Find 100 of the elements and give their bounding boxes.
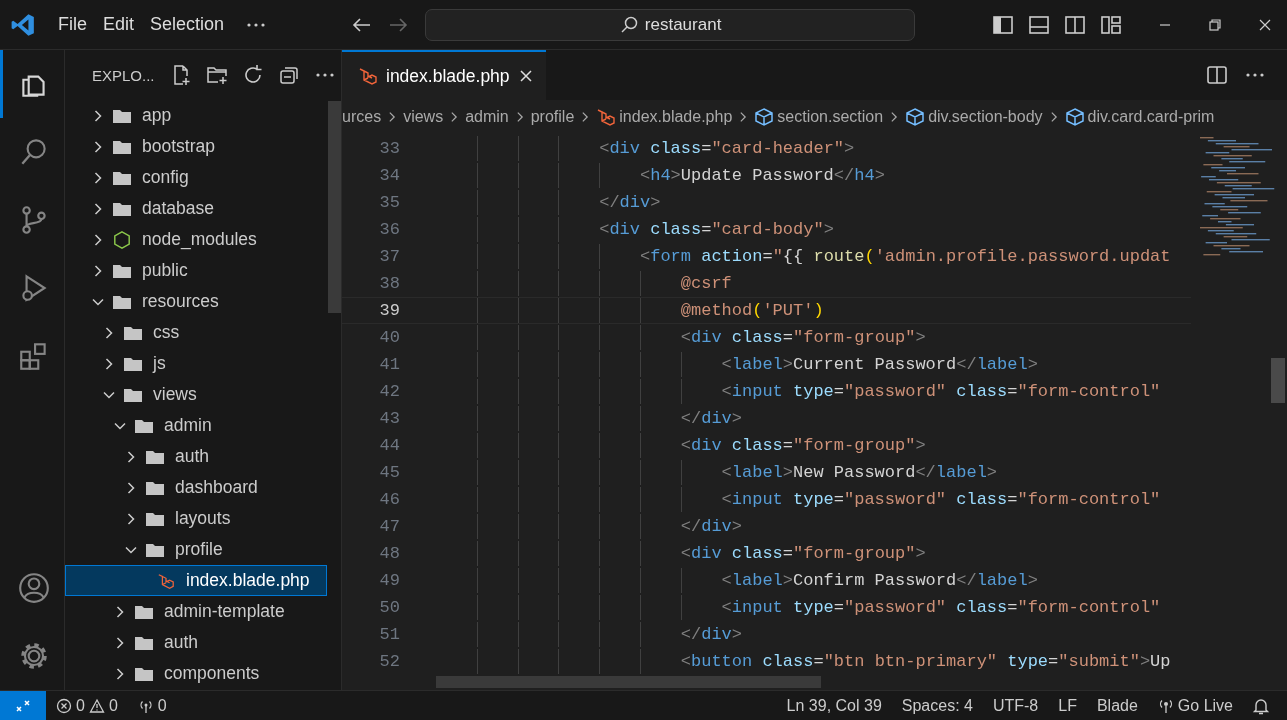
menu-item[interactable]: File bbox=[50, 14, 95, 35]
status-item[interactable]: Blade bbox=[1086, 696, 1148, 715]
laravel-icon bbox=[596, 106, 617, 127]
explorer-title: EXPLO... bbox=[92, 66, 155, 84]
breadcrumb-item[interactable]: index.blade.php bbox=[619, 107, 733, 126]
code-line: <input type="password" class="form-control" bbox=[721, 382, 1161, 401]
code-line: <input type="password" class="form-control" bbox=[721, 598, 1161, 617]
code-line: <div class="form-group"> bbox=[680, 544, 926, 563]
error-icon bbox=[56, 697, 72, 714]
hexagon-icon bbox=[112, 230, 132, 249]
code-line: @csrf bbox=[680, 274, 732, 293]
command-search-field[interactable]: restaurant bbox=[425, 8, 916, 41]
line-number: 33 bbox=[378, 139, 400, 158]
cube-icon bbox=[1064, 106, 1085, 127]
line-number: 42 bbox=[378, 382, 400, 401]
app-logo-icon bbox=[10, 11, 36, 38]
laravel-icon bbox=[156, 571, 176, 590]
file-tree-item[interactable]: layouts bbox=[65, 503, 327, 534]
laravel-icon bbox=[358, 66, 378, 86]
breadcrumb-item[interactable]: admin bbox=[465, 107, 509, 126]
editor-tab[interactable]: index.blade.php bbox=[342, 50, 546, 100]
file-tree-item[interactable]: config bbox=[65, 162, 327, 193]
cube-icon bbox=[754, 106, 775, 127]
file-tree-item[interactable]: bootstrap bbox=[65, 131, 327, 162]
line-number: 45 bbox=[378, 463, 400, 482]
code-line: <div class="card-header"> bbox=[599, 139, 855, 158]
line-number: 44 bbox=[378, 436, 400, 455]
line-number: 36 bbox=[378, 220, 400, 239]
file-tree-item[interactable]: index.blade.php bbox=[65, 565, 327, 596]
status-item[interactable]: UTF-8 bbox=[982, 696, 1049, 715]
file-tree-item[interactable]: node_modules bbox=[65, 224, 327, 255]
file-tree-item[interactable]: admin-template bbox=[65, 596, 327, 627]
file-tree-item[interactable]: admin bbox=[65, 410, 327, 441]
line-number: 40 bbox=[378, 328, 400, 347]
breadcrumb-item[interactable]: div.section-body bbox=[928, 107, 1043, 126]
file-tree-item[interactable]: auth bbox=[65, 441, 327, 472]
file-tree-item[interactable]: css bbox=[65, 317, 327, 348]
line-number: 41 bbox=[378, 355, 400, 374]
code-line: </div> bbox=[680, 625, 742, 644]
broadcast-icon bbox=[1157, 697, 1174, 714]
account-icon[interactable] bbox=[16, 571, 51, 605]
code-line: </div> bbox=[599, 193, 661, 212]
code-line: <label>Confirm Password</label> bbox=[721, 571, 1038, 590]
code-line: </div> bbox=[680, 409, 742, 428]
remote-button[interactable] bbox=[0, 690, 46, 720]
line-number: 39 bbox=[378, 301, 400, 320]
file-tree-item[interactable]: auth bbox=[65, 627, 327, 658]
horizontal-scrollbar-thumb[interactable] bbox=[436, 676, 821, 688]
file-tree-item[interactable]: components bbox=[65, 658, 327, 689]
restore-icon[interactable] bbox=[1207, 16, 1223, 33]
file-tree-item[interactable]: public bbox=[65, 255, 327, 286]
code-line: <div class="form-group"> bbox=[680, 436, 926, 455]
code-line: <form action="{{ route('admin.profile.password.updat bbox=[640, 247, 1171, 266]
status-item[interactable]: Spaces: 4 bbox=[891, 696, 983, 715]
line-number: 48 bbox=[378, 544, 400, 563]
file-tree-item[interactable]: views bbox=[65, 379, 327, 410]
status-item[interactable]: Ln 39, Col 39 bbox=[776, 696, 892, 715]
scrollbar-thumb[interactable] bbox=[1271, 358, 1285, 403]
breadcrumb-item[interactable]: profile bbox=[530, 107, 575, 126]
problems-button[interactable]: 0 0 bbox=[46, 696, 128, 715]
breadcrumb-item[interactable]: div.card.card-prim bbox=[1087, 107, 1215, 126]
line-number: 34 bbox=[378, 166, 400, 185]
code-line: <div class="form-group"> bbox=[680, 328, 926, 347]
line-number: 46 bbox=[378, 490, 400, 509]
ports-button[interactable]: 0 bbox=[127, 696, 177, 715]
split-editor-icon[interactable] bbox=[1205, 63, 1229, 87]
line-number: 35 bbox=[378, 193, 400, 212]
breadcrumb-item[interactable]: views bbox=[403, 107, 444, 126]
code-line: </div> bbox=[680, 517, 742, 536]
file-tree-item[interactable]: js bbox=[65, 348, 327, 379]
line-number: 38 bbox=[378, 274, 400, 293]
line-number: 52 bbox=[378, 652, 400, 671]
code-line: <button class="btn btn-primary" type="submit">Up bbox=[680, 652, 1171, 671]
remote-icon bbox=[15, 697, 31, 714]
line-number: 49 bbox=[378, 571, 400, 590]
status-item[interactable]: LF bbox=[1048, 696, 1087, 715]
file-tree-item[interactable]: resources bbox=[65, 286, 327, 317]
file-tree-item[interactable]: profile bbox=[65, 534, 327, 565]
scrollbar-thumb[interactable] bbox=[328, 101, 341, 313]
warning-icon bbox=[88, 697, 105, 714]
file-tree-item[interactable]: dashboard bbox=[65, 472, 327, 503]
code-line: <h4>Update Password</h4> bbox=[640, 166, 885, 185]
line-number: 51 bbox=[378, 625, 400, 644]
code-line: <div class="card-body"> bbox=[599, 220, 834, 239]
line-number: 37 bbox=[378, 247, 400, 266]
menu-item[interactable]: Edit bbox=[95, 14, 143, 35]
code-line: <input type="password" class="form-control" bbox=[721, 490, 1161, 509]
line-number: 50 bbox=[378, 598, 400, 617]
go-live-button[interactable]: Go Live bbox=[1147, 696, 1243, 715]
code-line: <label>Current Password</label> bbox=[721, 355, 1038, 374]
file-tree-item[interactable]: database bbox=[65, 193, 327, 224]
cube-icon bbox=[905, 106, 926, 127]
code-line: @method('PUT') bbox=[680, 301, 824, 320]
line-number: 47 bbox=[378, 517, 400, 536]
breadcrumb-item[interactable]: section.section bbox=[777, 107, 884, 126]
breadcrumb-item[interactable]: urces bbox=[342, 107, 382, 126]
code-line: <label>New Password</label> bbox=[721, 463, 998, 482]
close-icon[interactable] bbox=[517, 68, 534, 84]
menu-item[interactable]: Selection bbox=[142, 14, 233, 35]
file-tree-item[interactable]: app bbox=[65, 100, 327, 131]
